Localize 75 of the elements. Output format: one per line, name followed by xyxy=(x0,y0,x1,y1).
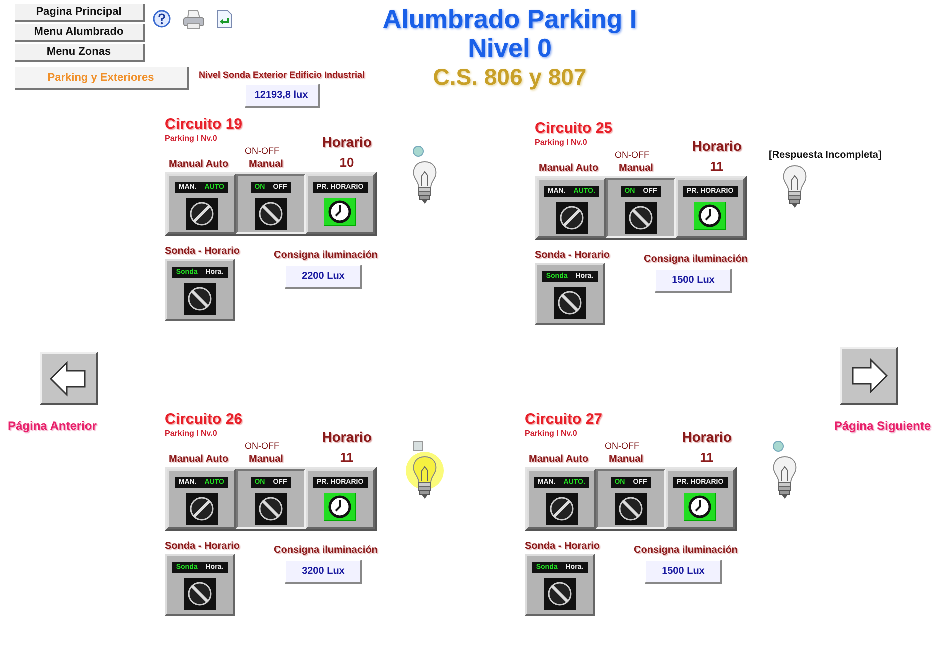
nav-button[interactable]: Menu Zonas xyxy=(15,44,145,62)
sensor-value: 12193,8 lux xyxy=(244,84,320,108)
page-link[interactable]: Página Siguiente xyxy=(834,419,931,433)
switch-label: Manual Auto xyxy=(169,159,230,170)
export-icon[interactable] xyxy=(217,10,233,29)
switch-label: Manual xyxy=(249,159,284,170)
switch-label: ON-OFF xyxy=(605,441,640,451)
schedule-number: 11 xyxy=(339,450,355,465)
rotary-switch-icon xyxy=(554,287,586,319)
switch-label: Sonda - Horario xyxy=(165,541,240,552)
status-light-icon xyxy=(413,146,424,157)
rotary-switch-icon xyxy=(186,198,218,230)
switch-label: Manual xyxy=(619,163,654,174)
schedule-number: 11 xyxy=(699,450,715,465)
printer-icon[interactable] xyxy=(183,10,205,30)
rotary-switch-icon xyxy=(184,578,216,610)
circuit-subtitle: Parking I Nv.0 xyxy=(535,138,588,147)
schedule-label: Horario xyxy=(681,429,733,445)
circuit-title: Circuito 19 xyxy=(165,116,244,134)
rotary-switch-icon xyxy=(254,198,287,230)
circuit-title: Circuito 26 xyxy=(165,411,244,429)
setpoint-value: 1500 Lux xyxy=(645,560,722,584)
clock-icon xyxy=(694,202,726,230)
clock-icon xyxy=(684,493,716,521)
setpoint-label: Consigna iluminación xyxy=(644,254,748,265)
schedule-label: Horario xyxy=(321,134,373,150)
switch-label: Sonda - Horario xyxy=(525,541,600,552)
page-title: Alumbrado Parking I xyxy=(382,5,638,34)
page-subtitle: Nivel 0 xyxy=(467,34,552,63)
circuit-subtitle: Parking I Nv.0 xyxy=(165,429,218,438)
status-message: [Respuesta Incompleta] xyxy=(769,150,882,161)
switch-label: Manual Auto xyxy=(539,163,600,174)
clock-icon xyxy=(324,493,356,521)
arrow-button[interactable] xyxy=(840,347,898,405)
rotary-switch-icon xyxy=(614,493,647,525)
setpoint-label: Consigna iluminación xyxy=(274,250,378,261)
schedule-number: 10 xyxy=(338,155,356,170)
rotary-switch-icon xyxy=(186,493,218,525)
rotary-switch-icon xyxy=(556,202,588,234)
setpoint-value: 3200 Lux xyxy=(285,560,362,584)
setpoint-label: Consigna iluminación xyxy=(274,545,378,556)
nav-button[interactable]: Menu Alumbrado xyxy=(15,24,145,42)
help-icon[interactable] xyxy=(153,10,171,28)
status-light-icon xyxy=(413,441,423,451)
setpoint-value: 1500 Lux xyxy=(655,269,732,293)
switch-label: ON-OFF xyxy=(245,146,280,156)
circuit-subtitle: Parking I Nv.0 xyxy=(525,429,578,438)
circuit-title: Circuito 25 xyxy=(535,120,614,138)
schedule-label: Horario xyxy=(691,138,743,154)
rotary-switch-icon xyxy=(544,578,576,610)
schedule-number: 11 xyxy=(709,159,725,174)
nav-button[interactable]: Pagina Principal xyxy=(15,4,145,22)
rotary-switch-icon xyxy=(546,493,578,525)
switch-label: Sonda - Horario xyxy=(165,246,240,257)
arrow-button[interactable] xyxy=(40,352,98,405)
status-light-icon xyxy=(773,441,784,452)
setpoint-value: 2200 Lux xyxy=(285,265,362,289)
switch-label: Manual Auto xyxy=(169,454,230,465)
switch-label: Sonda - Horario xyxy=(535,250,610,261)
switch-label: ON-OFF xyxy=(615,150,650,160)
switch-label: ON-OFF xyxy=(245,441,280,451)
rotary-switch-icon xyxy=(624,202,657,234)
clock-icon xyxy=(324,198,356,226)
sensor-label: Nivel Sonda Exterior Edificio Industrial xyxy=(199,70,366,80)
circuit-title: Circuito 27 xyxy=(525,411,604,429)
switch-label: Manual xyxy=(609,454,644,465)
schedule-label: Horario xyxy=(321,429,373,445)
setpoint-label: Consigna iluminación xyxy=(634,545,738,556)
rotary-switch-icon xyxy=(254,493,287,525)
circuit-subtitle: Parking I Nv.0 xyxy=(165,134,218,143)
switch-label: Manual Auto xyxy=(529,454,590,465)
switch-label: Manual xyxy=(249,454,284,465)
page-subtitle: C.S. 806 y 807 xyxy=(432,63,588,92)
rotary-switch-icon xyxy=(184,283,216,315)
page-link[interactable]: Página Anterior xyxy=(8,419,97,433)
